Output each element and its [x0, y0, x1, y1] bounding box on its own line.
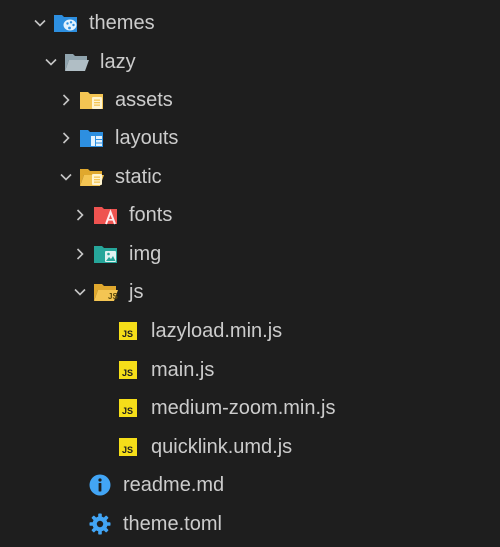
- svg-text:JS: JS: [122, 445, 133, 455]
- svg-text:JS: JS: [122, 406, 133, 416]
- tree-item-themes[interactable]: themes: [0, 4, 500, 42]
- tree-item-lazyload-min-js[interactable]: JS lazyload.min.js: [0, 312, 500, 350]
- chevron-down-icon[interactable]: [40, 51, 62, 73]
- gear-icon: [87, 512, 113, 536]
- tree-item-static[interactable]: static: [0, 158, 500, 196]
- tree-item-label: quicklink.umd.js: [151, 436, 293, 458]
- chevron-right-icon[interactable]: [69, 204, 91, 226]
- images-folder-icon: [93, 242, 119, 266]
- chevron-down-icon[interactable]: [55, 166, 77, 188]
- chevron-down-icon[interactable]: [69, 281, 91, 303]
- tree-item-fonts[interactable]: fonts: [0, 196, 500, 234]
- js-folder-icon: JS: [93, 280, 119, 304]
- tree-item-label: js: [129, 281, 144, 303]
- folder-open-icon: [64, 50, 90, 74]
- tree-item-label: layouts: [115, 127, 179, 149]
- tree-item-layouts[interactable]: layouts: [0, 119, 500, 157]
- js-file-icon: JS: [115, 435, 141, 459]
- file-explorer-tree: themes lazy assets layouts static fonts …: [0, 0, 500, 547]
- chevron-right-icon[interactable]: [69, 243, 91, 265]
- tree-item-label: lazyload.min.js: [151, 320, 283, 342]
- tree-item-quicklink-umd-js[interactable]: JS quicklink.umd.js: [0, 428, 500, 466]
- tree-item-label: main.js: [151, 359, 215, 381]
- tree-item-label: readme.md: [123, 474, 225, 496]
- tree-item-label: lazy: [100, 51, 136, 73]
- tree-item-label: medium-zoom.min.js: [151, 397, 336, 419]
- info-icon: [87, 473, 113, 497]
- tree-item-medium-zoom-min-js[interactable]: JS medium-zoom.min.js: [0, 389, 500, 427]
- svg-text:JS: JS: [122, 329, 133, 339]
- tree-item-main-js[interactable]: JS main.js: [0, 351, 500, 389]
- tree-item-img[interactable]: img: [0, 235, 500, 273]
- fonts-folder-icon: [93, 203, 119, 227]
- tree-item-label: theme.toml: [123, 513, 222, 535]
- static-folder-icon: [79, 165, 105, 189]
- tree-item-label: static: [115, 166, 162, 188]
- tree-item-label: fonts: [129, 204, 173, 226]
- js-file-icon: JS: [115, 319, 141, 343]
- assets-folder-icon: [79, 88, 105, 112]
- chevron-right-icon[interactable]: [55, 127, 77, 149]
- tree-item-lazy[interactable]: lazy: [0, 43, 500, 81]
- js-file-icon: JS: [115, 358, 141, 382]
- tree-item-label: assets: [115, 89, 173, 111]
- chevron-down-icon[interactable]: [29, 12, 51, 34]
- svg-text:JS: JS: [122, 368, 133, 378]
- tree-item-label: img: [129, 243, 162, 265]
- svg-text:JS: JS: [108, 292, 118, 301]
- chevron-right-icon[interactable]: [55, 89, 77, 111]
- tree-item-js[interactable]: JS js: [0, 273, 500, 311]
- tree-item-theme-toml[interactable]: theme.toml: [0, 505, 500, 543]
- layouts-folder-icon: [79, 126, 105, 150]
- tree-item-readme-md[interactable]: readme.md: [0, 466, 500, 504]
- js-file-icon: JS: [115, 396, 141, 420]
- themes-folder-icon: [53, 11, 79, 35]
- tree-item-assets[interactable]: assets: [0, 81, 500, 119]
- tree-item-label: themes: [89, 12, 155, 34]
